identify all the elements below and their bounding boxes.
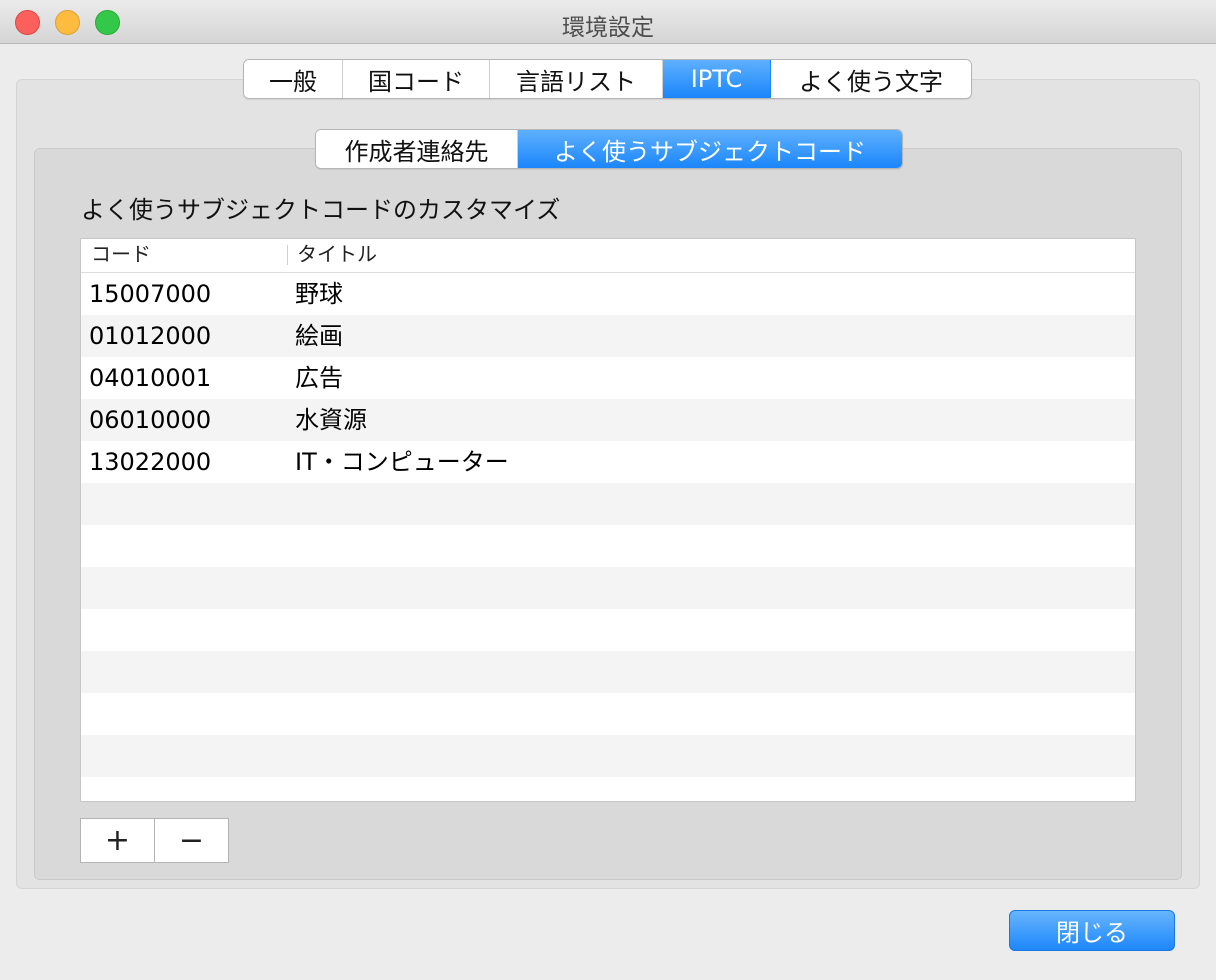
column-header-code[interactable]: コード bbox=[91, 239, 151, 272]
title-bar: 環境設定 bbox=[0, 0, 1216, 44]
table-row[interactable]: 01012000 絵画 bbox=[81, 315, 1135, 357]
tab-creator-contact[interactable]: 作成者連絡先 bbox=[316, 130, 518, 168]
table-row[interactable]: 15007000 野球 bbox=[81, 273, 1135, 315]
row-title: 野球 bbox=[295, 280, 343, 308]
tab-frequent-subject-codes[interactable]: よく使うサブジェクトコード bbox=[518, 130, 902, 168]
subject-code-table: コード タイトル 15007000 野球 01012000 絵画 0401000… bbox=[80, 238, 1136, 802]
table-header: コード タイトル bbox=[81, 239, 1135, 273]
window-title: 環境設定 bbox=[562, 15, 654, 41]
row-code: 15007000 bbox=[89, 280, 212, 308]
empty-row bbox=[81, 693, 1135, 735]
main-tab-bar: 一般 国コード 言語リスト IPTC よく使う文字 bbox=[243, 59, 972, 99]
row-title: 絵画 bbox=[295, 322, 343, 350]
row-title: 広告 bbox=[295, 364, 343, 392]
row-code: 06010000 bbox=[89, 406, 212, 434]
table-row[interactable]: 06010000 水資源 bbox=[81, 399, 1135, 441]
sub-tab-bar: 作成者連絡先 よく使うサブジェクトコード bbox=[315, 129, 903, 169]
empty-row bbox=[81, 777, 1135, 801]
empty-row bbox=[81, 483, 1135, 525]
remove-row-button[interactable]: − bbox=[154, 818, 229, 863]
row-code: 01012000 bbox=[89, 322, 212, 350]
row-title: IT・コンピューター bbox=[295, 448, 509, 476]
tab-frequent-characters[interactable]: よく使う文字 bbox=[771, 60, 971, 98]
tab-iptc[interactable]: IPTC bbox=[663, 60, 771, 98]
row-title: 水資源 bbox=[295, 406, 367, 434]
tab-country-code[interactable]: 国コード bbox=[343, 60, 490, 98]
tab-language-list[interactable]: 言語リスト bbox=[490, 60, 663, 98]
row-code: 04010001 bbox=[89, 364, 212, 392]
empty-row bbox=[81, 735, 1135, 777]
tab-general[interactable]: 一般 bbox=[244, 60, 343, 98]
empty-row bbox=[81, 609, 1135, 651]
table-row[interactable]: 13022000 IT・コンピューター bbox=[81, 441, 1135, 483]
column-header-title[interactable]: タイトル bbox=[297, 239, 377, 272]
section-label: よく使うサブジェクトコードのカスタマイズ bbox=[81, 196, 561, 224]
empty-row bbox=[81, 525, 1135, 567]
row-code: 13022000 bbox=[89, 448, 212, 476]
close-button[interactable]: 閉じる bbox=[1009, 910, 1175, 951]
empty-row bbox=[81, 651, 1135, 693]
table-row[interactable]: 04010001 広告 bbox=[81, 357, 1135, 399]
column-divider[interactable] bbox=[287, 245, 288, 265]
add-row-button[interactable]: + bbox=[80, 818, 155, 863]
empty-row bbox=[81, 567, 1135, 609]
